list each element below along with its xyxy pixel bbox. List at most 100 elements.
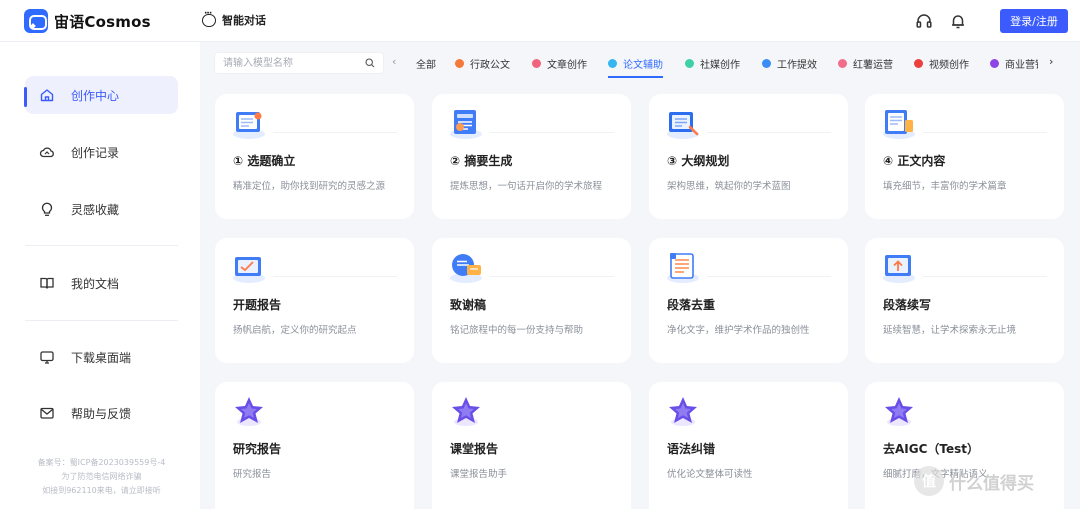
tab-dot-icon <box>685 58 694 68</box>
tab-label: 行政公文 <box>470 59 510 71</box>
tab-dot-icon <box>455 58 464 68</box>
content-icon <box>883 110 915 139</box>
sidebar-item-creation-center[interactable]: 创作中心 <box>25 76 178 114</box>
sidebar-item-download-desktop[interactable]: 下载桌面端 <box>25 338 178 376</box>
app-logo[interactable]: 宙语Cosmos <box>24 9 151 33</box>
tab-dot-icon <box>532 58 541 68</box>
card-divider <box>273 276 397 277</box>
headset-icon[interactable] <box>915 12 933 30</box>
smart-chat-link[interactable]: 智能对话 <box>202 9 266 28</box>
sidebar-divider <box>25 245 178 246</box>
tool-card-grammar[interactable]: 语法纠错 优化论文整体可读性 <box>649 382 848 509</box>
card-description: 提炼思想，一句话开启你的学术旅程 <box>450 181 603 192</box>
sidebar-item-creation-records[interactable]: 创作记录 <box>25 133 178 171</box>
tab-label: 全部 <box>416 59 436 71</box>
tool-card-dedupe[interactable]: 段落去重 净化文字，维护学术作品的独创性 <box>649 238 848 363</box>
tool-card-outline[interactable]: ③ 大纲规划 架构思维，筑起你的学术蓝图 <box>649 94 848 219</box>
tab-label: 社媒创作 <box>700 59 740 71</box>
star-icon <box>669 397 697 426</box>
card-divider <box>923 276 1047 277</box>
card-divider <box>490 132 614 133</box>
tabs-scroll-right-icon[interactable]: › <box>1049 56 1059 68</box>
tool-card-class-report[interactable]: 课堂报告 课堂报告助手 <box>432 382 631 509</box>
tab-paper-assist[interactable]: 论文辅助 <box>608 54 663 78</box>
tool-card-research-report[interactable]: 研究报告 研究报告 <box>215 382 414 509</box>
card-title: 语法纠错 <box>667 442 716 456</box>
tool-card-content[interactable]: ④ 正文内容 填充细节，丰富你的学术篇章 <box>865 94 1064 219</box>
card-divider <box>273 132 397 133</box>
watermark-badge: 值 <box>914 466 944 496</box>
card-title: ④ 正文内容 <box>883 154 946 168</box>
tab-business-marketing[interactable]: 商业营销 <box>990 54 1038 72</box>
footer-line: 为了防范电信网络诈骗 <box>61 472 142 481</box>
card-title: 开题报告 <box>233 298 282 312</box>
sidebar-item-help-feedback[interactable]: 帮助与反馈 <box>25 394 178 432</box>
abstract-icon <box>450 110 482 139</box>
card-title: ③ 大纲规划 <box>667 154 730 168</box>
dedupe-icon <box>667 253 699 283</box>
sidebar: 创作中心 创作记录 灵感收藏 我的文档 下载桌面端 帮助与反馈 备案号：蜀ICP… <box>0 42 200 509</box>
tab-label: 工作提效 <box>777 59 817 71</box>
search-input[interactable] <box>223 56 363 70</box>
tabs-scroll-left-icon[interactable]: ‹ <box>392 56 402 68</box>
tool-card-continue[interactable]: 段落续写 延续智慧，让学术探索永无止境 <box>865 238 1064 363</box>
card-description: 填充细节，丰富你的学术篇章 <box>883 181 1007 192</box>
tab-label: 视频创作 <box>929 59 969 71</box>
sidebar-item-label: 灵感收藏 <box>71 202 120 217</box>
tab-all[interactable]: 全部 <box>416 54 436 72</box>
tab-dot-icon <box>762 58 771 68</box>
envelope-icon <box>40 407 54 419</box>
chat-bubble-icon <box>202 9 216 27</box>
sidebar-item-inspiration[interactable]: 灵感收藏 <box>25 190 178 228</box>
tab-social-media[interactable]: 社媒创作 <box>685 54 740 72</box>
card-description: 架构思维，筑起你的学术蓝图 <box>667 181 791 192</box>
tool-card-proposal[interactable]: 开题报告 扬帆启航，定义你的研究起点 <box>215 238 414 363</box>
card-description: 铭记旅程中的每一份支持与帮助 <box>450 325 584 336</box>
sidebar-item-my-docs[interactable]: 我的文档 <box>25 264 178 302</box>
sidebar-item-label: 创作记录 <box>71 145 120 160</box>
tab-dot-icon <box>838 58 847 68</box>
sidebar-divider <box>25 320 178 321</box>
category-tabs: 全部 行政公文 文章创作 论文辅助 社媒创作 工作提效 红薯运营 视频创作 商业… <box>408 54 1038 78</box>
card-description: 课堂报告助手 <box>450 469 508 480</box>
sidebar-item-label: 创作中心 <box>71 88 120 103</box>
tool-card-topic[interactable]: ① 选题确立 精准定位，助你找到研究的灵感之源 <box>215 94 414 219</box>
tab-xiaohongshu-ops[interactable]: 红薯运营 <box>838 54 893 72</box>
app-name: 宙语Cosmos <box>54 12 151 31</box>
tab-article-creation[interactable]: 文章创作 <box>532 54 587 72</box>
tab-dot-icon <box>990 58 999 68</box>
thanks-icon <box>450 254 482 283</box>
top-header: 宙语Cosmos 智能对话 登录/注册 <box>0 0 1080 42</box>
tool-card-abstract[interactable]: ② 摘要生成 提炼思想，一句话开启你的学术旅程 <box>432 94 631 219</box>
lightbulb-icon <box>41 202 53 216</box>
login-register-button[interactable]: 登录/注册 <box>1000 9 1068 33</box>
bell-icon[interactable] <box>949 12 967 30</box>
sidebar-item-label: 帮助与反馈 <box>71 406 132 421</box>
card-divider <box>923 132 1047 133</box>
tool-card-thanks[interactable]: 致谢稿 铭记旅程中的每一份支持与帮助 <box>432 238 631 363</box>
tab-video-creation[interactable]: 视频创作 <box>914 54 969 72</box>
star-icon <box>235 397 263 426</box>
smart-chat-label: 智能对话 <box>222 14 266 27</box>
card-divider <box>707 132 831 133</box>
topic-icon <box>233 112 265 139</box>
tab-label: 论文辅助 <box>623 59 663 71</box>
tab-label: 红薯运营 <box>853 59 893 71</box>
card-title: ② 摘要生成 <box>450 154 513 168</box>
footer-line: 备案号：蜀ICP备2023039559号-4 <box>37 458 166 467</box>
watermark: 值 什么值得买 <box>914 466 1034 496</box>
tab-productivity[interactable]: 工作提效 <box>762 54 817 72</box>
card-title: 去AIGC（Test） <box>883 442 980 456</box>
card-title: 课堂报告 <box>450 442 499 456</box>
sidebar-item-label: 下载桌面端 <box>71 350 132 365</box>
search-icon[interactable] <box>365 58 375 68</box>
card-description: 优化论文整体可读性 <box>667 469 753 480</box>
book-icon <box>40 277 54 289</box>
model-search[interactable] <box>214 52 384 74</box>
card-description: 净化文字，维护学术作品的独创性 <box>667 325 810 336</box>
tab-dot-icon <box>914 58 923 68</box>
card-description: 精准定位，助你找到研究的灵感之源 <box>233 181 386 192</box>
monitor-icon <box>40 351 54 364</box>
tab-official-docs[interactable]: 行政公文 <box>455 54 510 72</box>
footer-line: 如接到962110来电，请立即接听 <box>42 486 161 495</box>
